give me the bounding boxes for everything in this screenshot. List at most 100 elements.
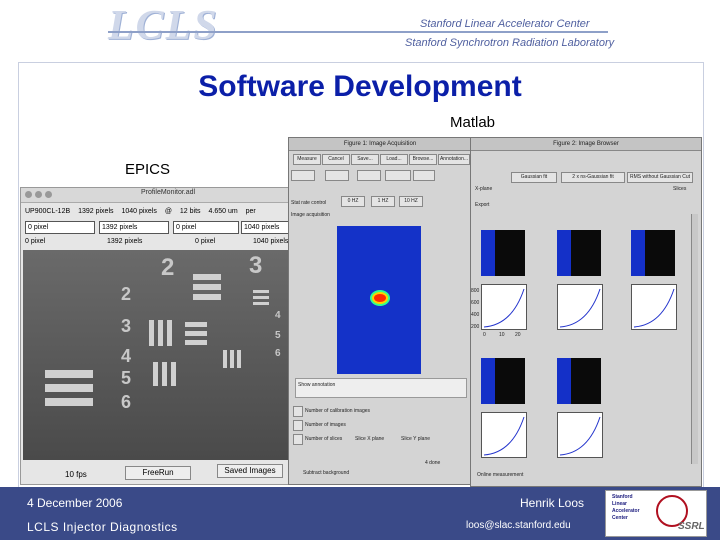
camera-select[interactable] [291,170,315,181]
slice-thumbnail[interactable] [631,230,675,276]
y-tick: 200 [471,324,480,330]
show-annotation-label: Show annotation [298,382,336,388]
header: LCLS Stanford Linear Accelerator Center … [0,0,720,58]
rms-button[interactable]: RMS without Gaussian Cut [627,172,693,183]
measure-button[interactable]: Measure [293,154,321,165]
footer-subtitle: LCLS Injector Diagnostics [27,520,178,534]
window-maximize-icon[interactable] [45,191,52,198]
footer-email: loos@slac.stanford.edu [466,520,571,531]
x-tick: 0 [483,332,486,338]
matlab-window1-title: Figure 1: Image Acquisition [289,138,471,151]
online-status: Online measurement [477,472,524,478]
num-images-input[interactable] [293,420,303,431]
calibration-images-label: Number of calibration images [305,408,371,414]
slice-thumbnail[interactable] [481,230,525,276]
epics-titlebar: ProfileMonitor.adl [21,188,311,203]
readback-y-end: 1040 pixels [253,238,289,245]
asym-gaussian-fit-button[interactable]: 2 x ns-Gaussian fit [561,172,625,183]
matlab-window2-title: Figure 2: Image Browser [471,138,701,151]
lcls-logo-text: LCLS [108,3,219,49]
scrollbar[interactable] [691,214,698,464]
saved-images-button[interactable]: Saved Images [217,464,283,478]
slice-y-checkbox[interactable]: Slice Y plane [401,436,430,442]
slide: LCLS Stanford Linear Accelerator Center … [0,0,720,540]
annotation-box: Show annotation [295,378,467,398]
roi-y-start-field[interactable]: 0 pixel [173,221,239,234]
camera-at: @ [164,208,172,215]
slice-thumbnail[interactable] [557,230,601,276]
slice-x-checkbox[interactable]: Slice X plane [355,436,384,442]
camera-model: UP900CL-12B [25,208,71,215]
stat-rate-label: Stat rate control [291,200,327,206]
profile-plot [631,284,677,330]
x-tick: 10 [499,332,505,338]
epics-bottom-bar: 10 fps FreeRun Saved Images [21,464,311,484]
num-images-label: Number of images [305,422,346,428]
ssrl-logo-text: SSRL [678,521,705,532]
header-institution-2: Stanford Synchrotron Radiation Laborator… [405,37,615,49]
option-field[interactable] [357,170,381,181]
profile-plot [481,412,527,458]
annotation-button[interactable]: Annotation... [438,154,470,165]
browse-button[interactable]: Browse... [409,154,437,165]
num-slices-label: Number of slices [305,436,343,442]
beam-image [337,226,421,374]
image-acquisition-label: Image acquisition [291,212,330,218]
lcls-logo: LCLS [108,3,217,54]
target-number: 6 [121,392,132,412]
option-field[interactable] [385,170,411,181]
readback-y-start: 0 pixel [195,238,216,245]
slac-logo-text: Stanford Linear Accelerator Center [612,494,640,521]
matlab-browser-window: Figure 2: Image Browser Gaussian fit 2 x… [470,137,702,487]
cancel-button[interactable]: Cancel [322,154,350,165]
camera-pixel-size: 4.650 um [208,208,238,215]
roi-y-end-field[interactable]: 1040 pixels [241,221,291,234]
profile-plot [481,284,527,330]
header-divider [108,31,608,33]
window-close-icon[interactable] [25,191,32,198]
profile-plot [557,284,603,330]
readback-x-start: 0 pixel [25,238,46,245]
readback-x-end: 1392 pixels [107,238,143,245]
subtract-background-checkbox[interactable]: Subtract background [303,470,349,476]
num-slices-input[interactable] [293,434,303,445]
target-number: 5 [121,368,132,388]
slide-title: Software Development [198,70,522,103]
header-institution-1: Stanford Linear Accelerator Center [420,18,590,30]
beam-spot [374,294,386,302]
profile-plot [557,412,603,458]
target-number: 6 [275,348,281,359]
footer-date: 4 December 2006 [27,496,123,510]
footer-author: Henrik Loos [520,496,585,510]
slice-thumbnail[interactable] [557,358,601,404]
option-field[interactable] [413,170,435,181]
camera-bits: 12 bits [179,208,201,215]
camera-per: per [245,208,256,215]
slices-label: Slices [673,186,687,192]
save-button[interactable]: Save... [351,154,379,165]
load-button[interactable]: Load... [380,154,408,165]
matlab-acquisition-window: Figure 1: Image Acquisition Measure Canc… [288,137,472,485]
roi-x-end-field[interactable]: 1392 pixels [99,221,169,234]
rate-1hz-button[interactable]: 1 HZ [371,196,395,207]
epics-label: EPICS [125,161,171,178]
gaussian-fit-button[interactable]: Gaussian fit [511,172,557,183]
roi-x-start-field[interactable]: 0 pixel [25,221,95,234]
calibration-images-input[interactable] [293,406,303,417]
slice-thumbnail[interactable] [481,358,525,404]
status-text: 4 done [425,460,441,466]
target-number: 2 [121,284,132,304]
window-minimize-icon[interactable] [35,191,42,198]
y-tick: 600 [471,300,480,306]
freerun-button[interactable]: FreeRun [125,466,191,480]
x-tick: 20 [515,332,521,338]
epics-camera-info: UP900CL-12B 1392 pixels 1040 pixels @ 12… [25,208,262,215]
option-field[interactable] [325,170,349,181]
rate-10hz-button[interactable]: 10 HZ [399,196,423,207]
target-number: 4 [121,346,132,366]
rate-0hz-button[interactable]: 0 HZ [341,196,365,207]
camera-height: 1040 pixels [121,208,157,215]
target-number: 5 [275,330,281,341]
target-number: 3 [121,316,132,336]
x-plane-label: X-plane [475,186,493,192]
